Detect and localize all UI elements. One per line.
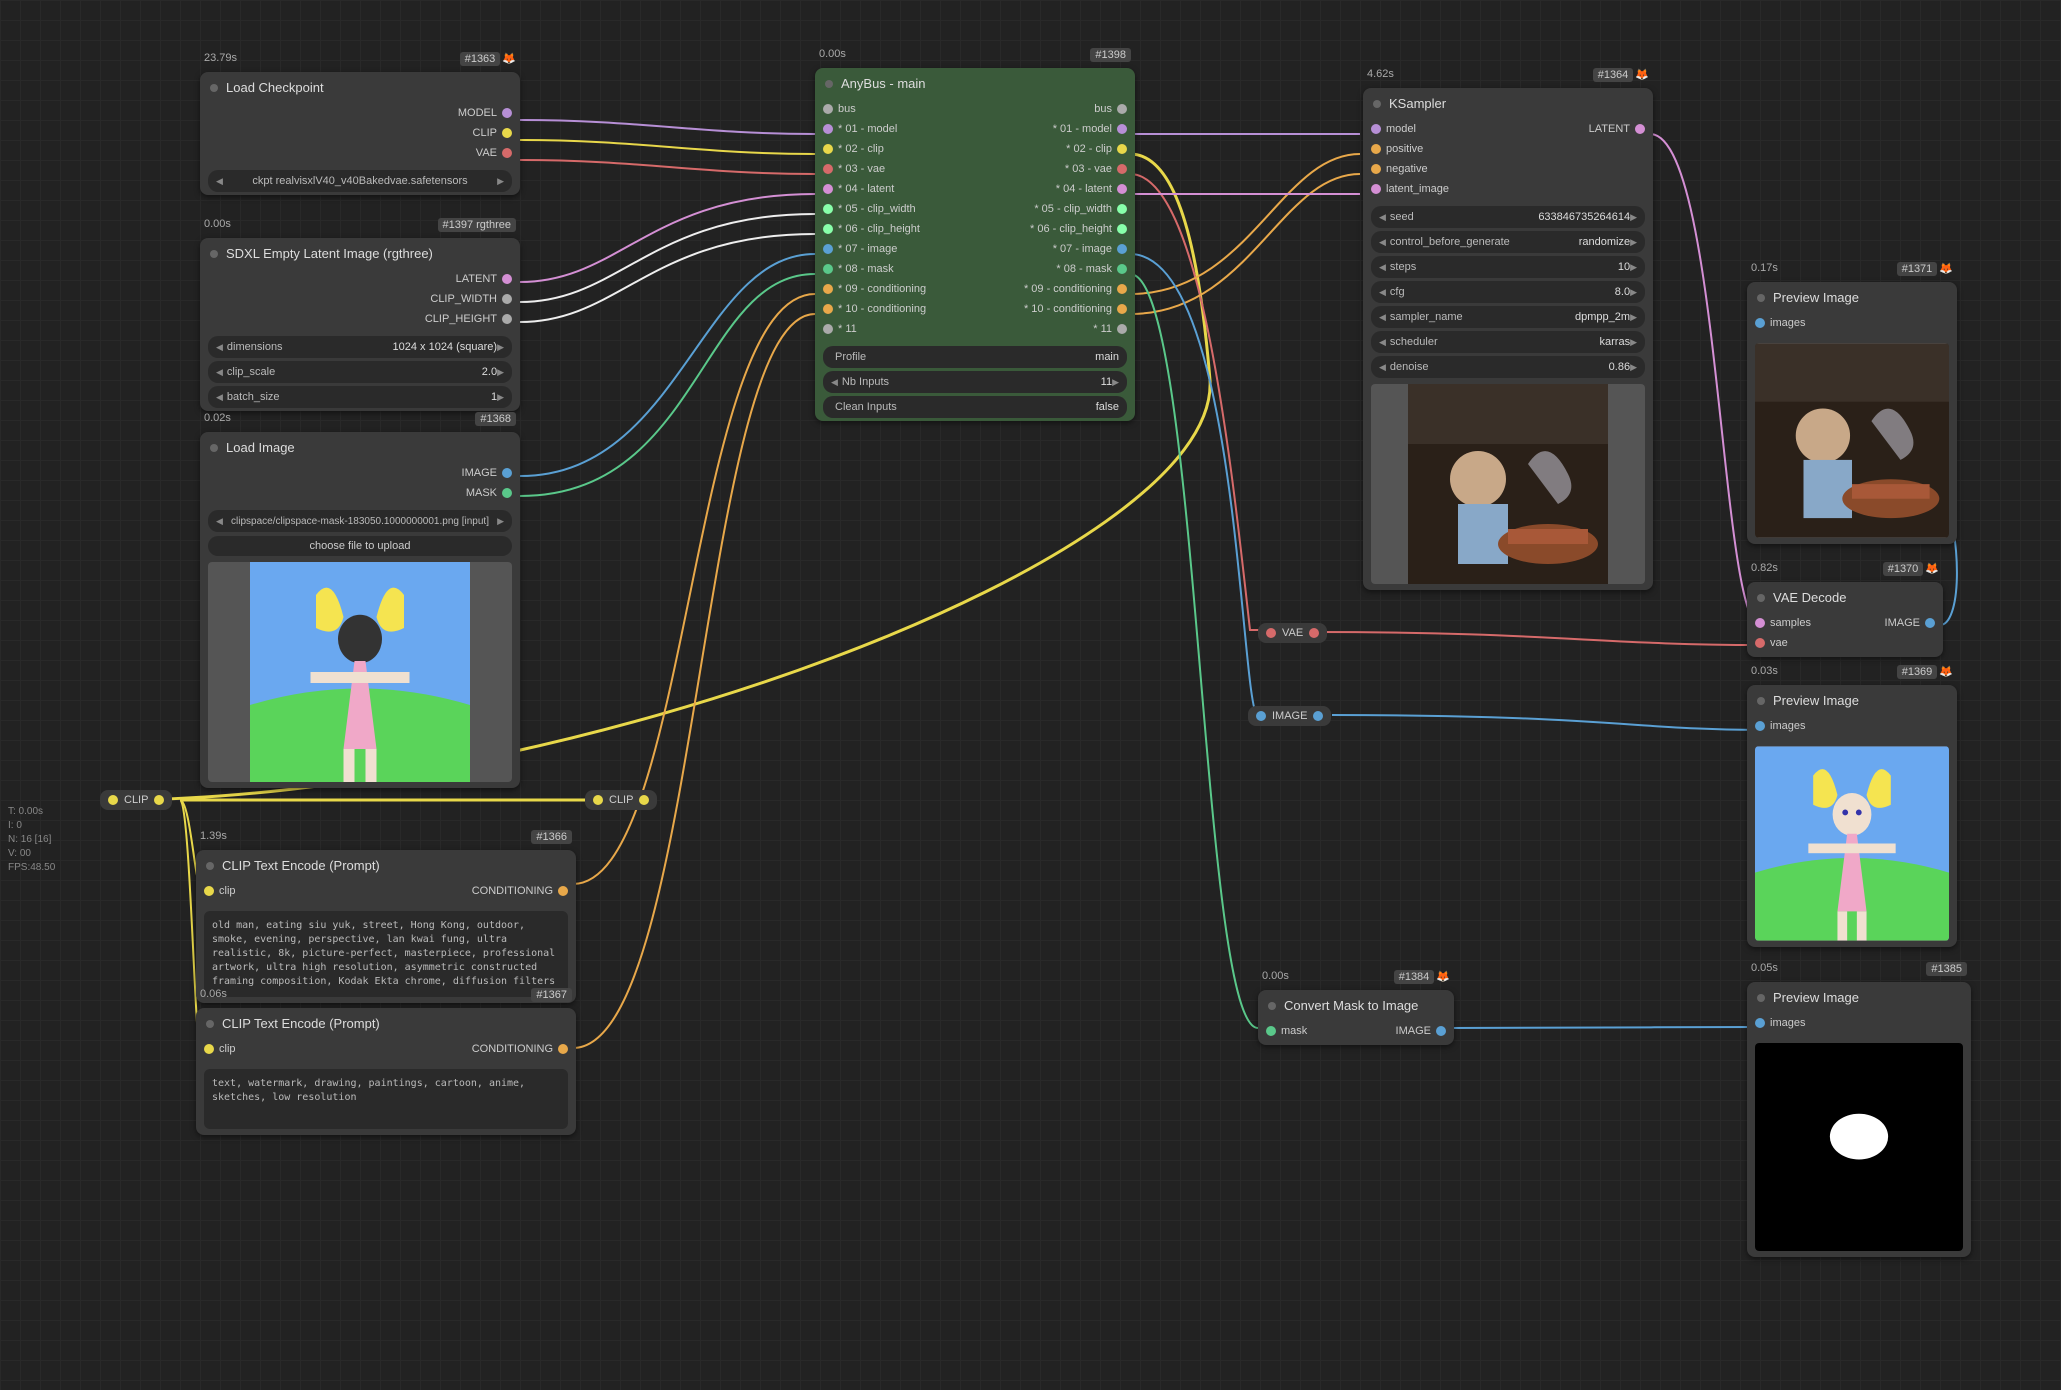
upload-button[interactable]: choose file to upload [208, 536, 512, 556]
node-sdxl-empty-latent[interactable]: 0.00s#1397 rgthree SDXL Empty Latent Ima… [200, 238, 520, 411]
canvas-stats: T: 0.00sI: 0N: 16 [16]V: 00FPS:48.50 [8, 805, 55, 875]
reroute-clip-right[interactable]: CLIP [585, 790, 657, 810]
reroute-clip-left[interactable]: CLIP [100, 790, 172, 810]
node-ksampler[interactable]: 4.62s#1364🦊 KSampler modelLATENT positiv… [1363, 88, 1653, 590]
node-load-checkpoint[interactable]: 23.79s#1363🦊 Load Checkpoint MODEL CLIP … [200, 72, 520, 195]
node-load-image[interactable]: 0.02s#1368 Load Image IMAGE MASK ◀clipsp… [200, 432, 520, 788]
node-clip-text-encode-positive[interactable]: 1.39s#1366 CLIP Text Encode (Prompt) cli… [196, 850, 576, 1003]
node-clip-text-encode-negative[interactable]: 0.06s#1367 CLIP Text Encode (Prompt) cli… [196, 1008, 576, 1135]
node-preview-image-3[interactable]: 0.05s#1385 Preview Image images [1747, 982, 1971, 1257]
node-vae-decode[interactable]: 0.82s#1370🦊 VAE Decode samplesIMAGE vae [1747, 582, 1943, 657]
node-title: Load Image [226, 440, 295, 455]
mask-preview [1755, 1043, 1963, 1251]
node-title: Load Checkpoint [226, 80, 324, 95]
node-preview-image-1[interactable]: 0.17s#1371🦊 Preview Image images [1747, 282, 1957, 544]
node-convert-mask-to-image[interactable]: 0.00s#1384🦊 Convert Mask to Image maskIM… [1258, 990, 1454, 1045]
reroute-vae[interactable]: VAE [1258, 623, 1327, 643]
loaded-image-preview [208, 562, 512, 782]
node-anybus[interactable]: 0.00s#1398 AnyBus - main busbus * 01 - m… [815, 68, 1135, 421]
negative-prompt-text[interactable]: text, watermark, drawing, paintings, car… [204, 1069, 568, 1129]
node-preview-image-2[interactable]: 0.03s#1369🦊 Preview Image images [1747, 685, 1957, 947]
reroute-image[interactable]: IMAGE [1248, 706, 1331, 726]
node-title: SDXL Empty Latent Image (rgthree) [226, 246, 433, 261]
image-preview [1755, 343, 1949, 538]
ckpt-name-widget[interactable]: ◀ckpt realvisxlV40_v40Bakedvae.safetenso… [208, 170, 512, 192]
image-preview [1755, 746, 1949, 941]
ksampler-preview [1371, 384, 1645, 584]
positive-prompt-text[interactable]: old man, eating siu yuk, street, Hong Ko… [204, 911, 568, 997]
